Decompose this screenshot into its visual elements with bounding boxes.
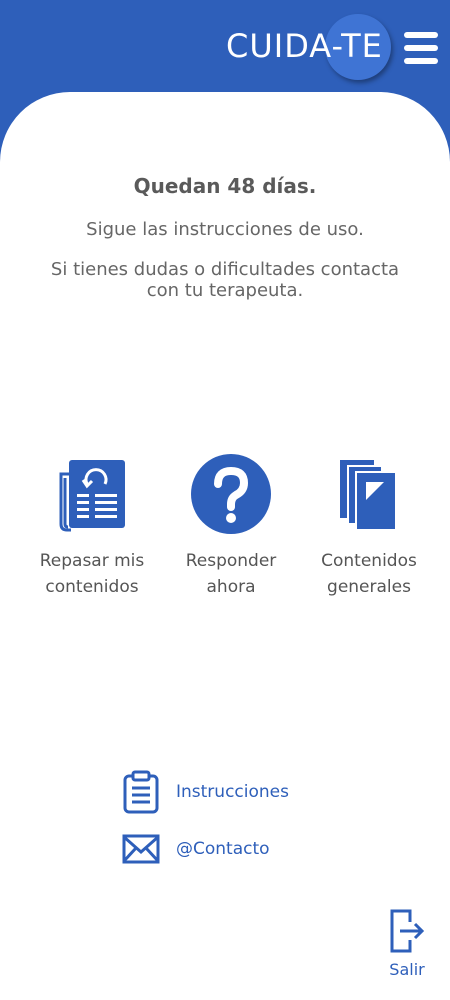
general-contents-label-line-2: generales [327,577,411,597]
general-contents-label-line-1: Contenidos [321,551,417,571]
logo-text: CUIDA-TE [226,27,383,65]
exit-button[interactable]: Salir [384,908,430,979]
contact-link[interactable]: @Contacto [122,834,270,864]
instructions-link[interactable]: Instrucciones [122,770,289,814]
question-circle-icon [191,454,271,534]
answer-now-button[interactable]: Responder ahora [161,450,301,600]
newspaper-refresh-icon [59,460,125,532]
answer-now-label: Responder ahora [161,548,301,600]
exit-door-icon [390,909,425,953]
review-contents-label: Repasar mis contenidos [22,548,162,600]
contact-link-label: @Contacto [176,839,270,859]
review-contents-button[interactable]: Repasar mis contenidos [22,450,162,600]
hamburger-menu-icon[interactable] [404,32,438,64]
contact-hint-text: Si tienes dudas o dificultades contacta … [0,259,450,301]
answer-now-label-line-1: Responder [185,551,277,571]
mail-icon [122,834,160,864]
general-contents-button[interactable]: Contenidos generales [299,450,439,600]
review-contents-label-line-1: Repasar mis [39,551,145,571]
instructions-link-label: Instrucciones [176,782,289,802]
answer-now-label-line-2: ahora [206,577,256,597]
clipboard-icon [123,770,159,814]
contact-hint-line-2: con tu terapeuta. [146,280,304,301]
books-icon [340,460,397,531]
instructions-hint-text: Sigue las instrucciones de uso. [86,219,364,240]
contact-hint-line-1: Si tienes dudas o dificultades contacta [50,259,400,280]
exit-label: Salir [389,960,425,979]
days-remaining-text: Quedan 48 días. [133,174,317,198]
general-contents-label: Contenidos generales [299,548,439,600]
app-logo: CUIDA-TE [224,12,394,87]
review-contents-label-line-2: contenidos [45,577,139,597]
